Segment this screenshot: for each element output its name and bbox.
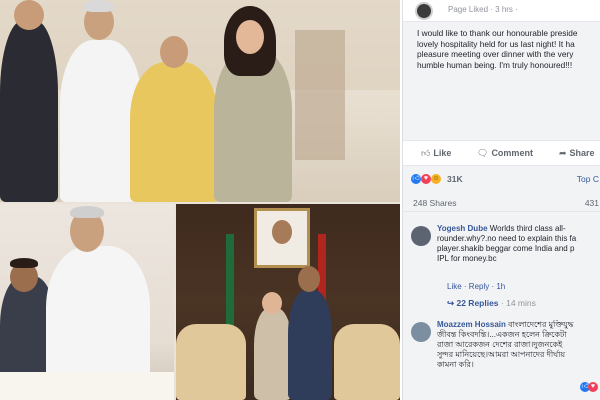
comment-button[interactable]: 🗨︎ Comment <box>477 148 533 159</box>
replies-time: · 14 mins <box>500 298 536 308</box>
post-text-line: pleasure meeting over dinner with the ve… <box>417 49 574 60</box>
comment-text-line: বাংলাদেশের মুক্তিযুদ্ধ <box>505 320 574 329</box>
palace-photo <box>176 204 400 400</box>
comment-bubble-icon: 🗨︎ <box>477 148 489 158</box>
love-reaction-icon: ♥ <box>421 174 431 184</box>
like-label: Like <box>433 148 452 158</box>
top-comments-filter[interactable]: Top C <box>577 174 599 184</box>
comment-text-line: জীবন্ত কিংবদন্তি।...একজন হলেন ক্রিকেটা <box>437 330 567 339</box>
post-header: Page Liked · 3 hrs · <box>403 0 600 22</box>
replies-count[interactable]: 22 Replies <box>456 298 498 308</box>
comment-reactions: 👍︎ ♥ <box>580 382 600 394</box>
share-button[interactable]: ➦ Share <box>559 148 595 159</box>
comment-text-line: রাজা আরেকজন দেশের রাজা।দুজনকেই <box>437 340 563 349</box>
views-count: 431 <box>584 198 599 208</box>
thumbs-up-icon: 👍︎ <box>421 148 431 158</box>
comment-author[interactable]: Moazzem Hossain <box>437 320 506 329</box>
reaction-count[interactable]: 31K <box>447 174 463 184</box>
post-text: I would like to thank our honourable pre… <box>417 28 600 70</box>
post-text-line: humble human being. I'm truly honoured!!… <box>417 59 573 70</box>
comment-text-line: Worlds third class all- <box>487 224 566 233</box>
comment-text-line: player.shakib beggar come India and p <box>437 244 575 253</box>
like-reaction-icon: 👍︎ <box>411 174 421 184</box>
love-reaction-icon: ♥ <box>588 382 598 392</box>
comment-label: Comment <box>491 148 533 158</box>
view-replies-link[interactable]: ↪ 22 Replies · 14 mins <box>447 298 536 309</box>
comment-bubble: Yogesh Dube Worlds third class all- roun… <box>437 224 600 270</box>
share-arrow-icon: ➦ <box>559 148 567 158</box>
commenter-avatar[interactable] <box>411 322 431 342</box>
photo-collage <box>0 0 400 400</box>
like-button[interactable]: 👍︎ Like <box>421 148 451 159</box>
share-label: Share <box>569 148 595 158</box>
comment-text-line: সুন্দর মানিয়েছে।আমরা আপনাদের দীর্ঘায় <box>437 350 566 359</box>
facebook-post-panel: Page Liked · 3 hrs · I would like to tha… <box>402 0 600 400</box>
post-meta: Page Liked · 3 hrs · <box>448 5 518 14</box>
reactions-row: 👍︎ ♥ ☺ 31K Top C <box>403 168 600 190</box>
comment-text-line: কামনা করি। <box>437 360 474 369</box>
shares-count[interactable]: 248 Shares <box>413 198 456 208</box>
post-text-line: lovely hospitality held for us last nigh… <box>417 38 575 49</box>
post-actions-bar: 👍︎ Like 🗨︎ Comment ➦ Share <box>403 140 600 166</box>
commenter-avatar[interactable] <box>411 226 431 246</box>
comment-actions[interactable]: Like · Reply · 1h <box>447 282 505 291</box>
dinner-photo <box>0 204 174 400</box>
comment-text-line: IPL for money.bc <box>437 254 497 263</box>
comment-author[interactable]: Yogesh Dube <box>437 224 488 233</box>
group-photo <box>0 0 400 202</box>
haha-reaction-icon: ☺ <box>431 174 441 184</box>
comment-text-line: rounder.why?.no need to explain this fa <box>437 234 577 243</box>
comment-bubble: Moazzem Hossain বাংলাদেশের মুক্তিযুদ্ধ জ… <box>437 320 600 398</box>
page-avatar[interactable] <box>415 2 433 20</box>
shares-row: 248 Shares 431 <box>403 194 600 212</box>
post-text-line: I would like to thank our honourable pre… <box>417 28 578 38</box>
